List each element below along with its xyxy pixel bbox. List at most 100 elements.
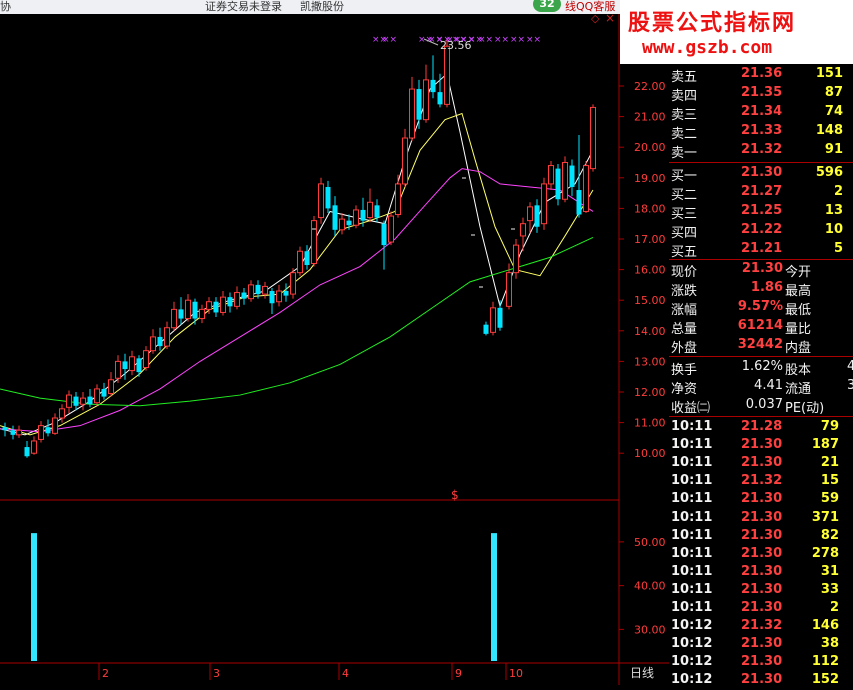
tick-price: 21.30: [741, 581, 783, 597]
tick-row: 10:11 21.30 82: [669, 528, 853, 546]
candle-body-up: [150, 336, 156, 352]
quote-label-2: 最高: [785, 284, 812, 299]
candle-body-down: [534, 205, 540, 227]
quote-value: 9.57%: [737, 299, 783, 314]
ask-price: 21.33: [741, 123, 783, 138]
tick-time: 10:11: [671, 419, 713, 434]
quote-label-2: 今开: [785, 265, 812, 280]
candle-body-up: [185, 299, 191, 320]
tick-price: 21.30: [741, 672, 783, 688]
candle-body-up: [143, 350, 149, 369]
tick-time: 10:11: [671, 581, 713, 597]
candle-body-up: [527, 206, 533, 222]
candle-body-up: [206, 301, 212, 310]
quote-label: 涨幅: [671, 303, 698, 318]
tick-price: 21.32: [741, 618, 783, 634]
bid-label: 买二: [671, 188, 698, 203]
ask-row: 卖三 21.34 74: [669, 104, 853, 123]
bid-volume: 2: [833, 184, 843, 199]
kline-chart[interactable]: 22.00 21.00 20.00 19.00 18.00 17.00 16.00 15.00…: [0, 0, 669, 685]
high-price-label: 23.56: [440, 39, 472, 52]
candle-body-down: [437, 92, 443, 105]
info-label-2: PE(动): [785, 401, 825, 416]
price-axis-label: 12.00: [634, 386, 666, 399]
tick-time: 10:11: [671, 527, 713, 543]
ask-row: 卖五 21.36 151: [669, 66, 853, 85]
candle-body-up: [548, 165, 554, 185]
ma60-line: [0, 237, 594, 407]
tick-row: 10:12 21.32 146: [669, 618, 853, 636]
tick-row: 10:11 21.30 33: [669, 582, 853, 600]
candle-body-up: [262, 285, 268, 295]
bid-row: 买四 21.22 10: [669, 222, 853, 241]
tick-volume: 21: [820, 455, 839, 471]
candle-body-down: [227, 297, 233, 307]
candle-body-down: [101, 388, 107, 397]
info-label: 收益㈡: [671, 401, 711, 416]
tick-price: 21.32: [741, 473, 783, 489]
time-axis-label: 3: [213, 667, 220, 680]
price-axis-label: 13.00: [634, 355, 666, 368]
signal-marker: ××: [510, 35, 525, 45]
candle-body-down: [374, 205, 380, 218]
tick-time: 10:12: [671, 654, 713, 670]
bid-row: 买二 21.27 2: [669, 184, 853, 203]
tick-time: 10:11: [671, 545, 713, 561]
info-row: 换手 1.62% 股本 4: [669, 359, 853, 378]
bid-price: 21.30: [741, 165, 783, 180]
period-label: 日线: [630, 666, 654, 680]
candle-body-up: [220, 296, 226, 313]
tick-row: 10:11 21.30 59: [669, 491, 853, 509]
price-axis-label: 15.00: [634, 294, 666, 307]
candle-body-down: [430, 79, 436, 93]
quote-label-2: 最低: [785, 303, 812, 318]
tick-price: 21.30: [741, 437, 783, 453]
info-label: 净资: [671, 382, 698, 397]
signal-marker: ××: [494, 35, 509, 45]
tick-price: 21.30: [741, 600, 783, 615]
candle-body-down: [2, 427, 8, 431]
candle-body-up: [506, 272, 512, 307]
info-value: 1.62%: [741, 359, 783, 374]
candle-body-up: [171, 308, 177, 329]
ask-row: 卖四 21.35 87: [669, 85, 853, 104]
candle-body-up: [513, 244, 519, 274]
price-axis-label: 17.00: [634, 233, 666, 246]
ask-row: 卖一 21.32 91: [669, 142, 853, 161]
moving-average-lines: [0, 72, 594, 436]
tick-row: 10:12 21.30 112: [669, 654, 853, 672]
candle-body-down: [555, 168, 561, 200]
candle-body-up: [16, 429, 22, 436]
price-axis-label: 21.00: [634, 111, 666, 124]
quote-label: 现价: [671, 265, 698, 280]
time-axis-label: 4: [342, 667, 349, 680]
candle-body-up: [129, 356, 135, 372]
ask-label: 卖五: [671, 70, 698, 85]
candle-body-down: [178, 309, 184, 319]
bid-label: 买三: [671, 207, 698, 222]
quote-label-2: 内盘: [785, 341, 812, 356]
tick-volume: 38: [820, 636, 839, 652]
ask-row: 卖二 21.33 148: [669, 123, 853, 142]
volume-axis-label: 40.00: [634, 580, 666, 593]
candle-body-down: [136, 358, 142, 373]
bid-price: 21.27: [741, 184, 783, 199]
volume-axis-label: 30.00: [634, 623, 666, 636]
candle-body-down: [325, 186, 331, 209]
candle-body-up: [80, 397, 86, 405]
tick-volume: 146: [811, 618, 839, 634]
tick-time: 10:11: [671, 563, 713, 579]
candle-body-up: [444, 45, 450, 105]
info-divider: [669, 356, 853, 357]
candle-body-down: [192, 301, 198, 319]
ma20-line: [0, 168, 594, 433]
ask-volume: 74: [824, 104, 843, 119]
tick-row: 10:11 21.30 21: [669, 455, 853, 473]
info-label: 换手: [671, 363, 698, 378]
tick-row: 10:11 21.30 371: [669, 510, 853, 528]
tick-price: 21.30: [741, 636, 783, 652]
info-label-2: 股本: [785, 363, 812, 378]
tick-price: 21.30: [741, 545, 783, 561]
tick-row: 10:11 21.30 31: [669, 564, 853, 582]
info-value-2: 4: [847, 359, 853, 374]
